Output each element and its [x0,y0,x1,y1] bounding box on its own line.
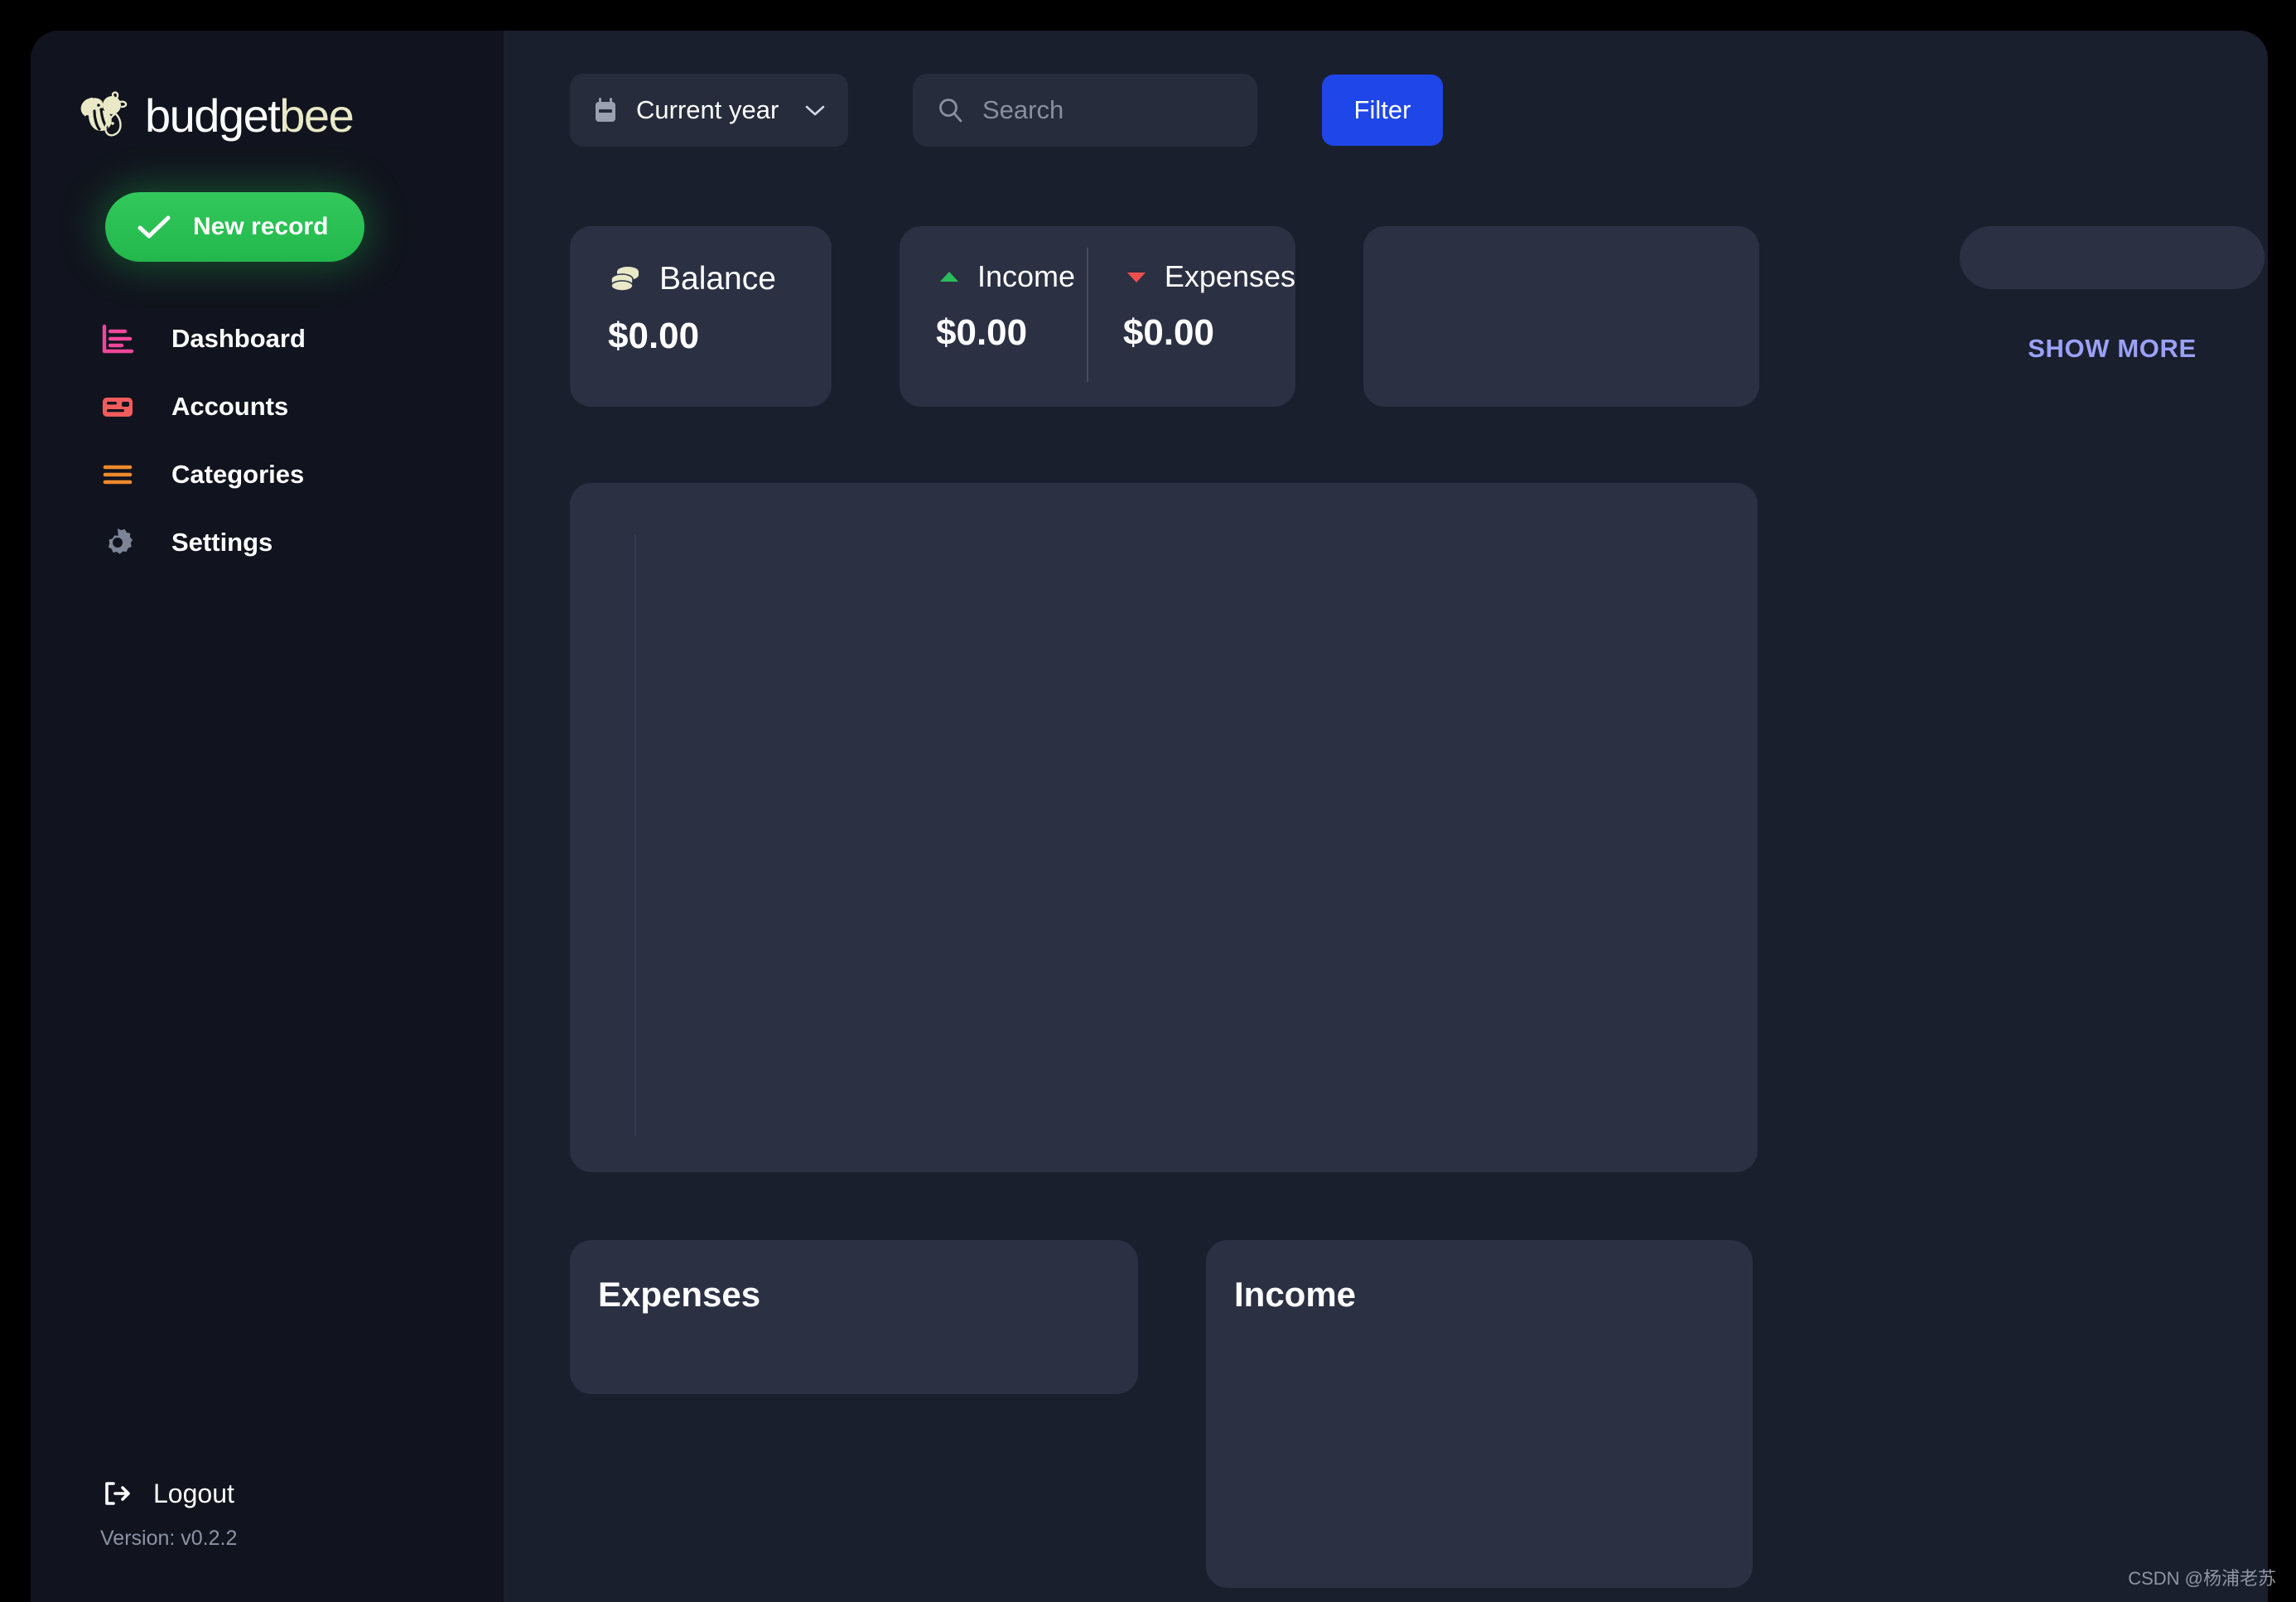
period-value: Current year [636,95,779,124]
empty-stat-card [1363,226,1759,407]
sidebar-item-settings[interactable]: Settings [31,509,504,577]
bee-icon [74,90,133,142]
app-window: budgetbee New record Dashboard Accounts … [31,31,2268,1602]
show-more-column: SHOW MORE [1960,226,2265,364]
filter-button[interactable]: Filter [1322,75,1443,146]
skeleton-pill [1960,226,2265,289]
balance-card: Balance $0.00 [570,226,832,407]
watermark: CSDN @杨浦老苏 [2128,1568,2276,1589]
check-icon [137,215,171,239]
coins-icon [608,262,643,297]
new-record-label: New record [193,213,329,240]
search-icon [936,96,964,124]
income-title: Income [977,259,1076,293]
balance-title: Balance [659,261,776,297]
new-record-container: New record [31,142,504,262]
sidebar-item-dashboard[interactable]: Dashboard [31,305,504,373]
income-section-title: Income [1234,1275,1357,1314]
sidebar-item-label: Dashboard [171,324,306,353]
sidebar-nav: Dashboard Accounts Categories Settings [31,305,504,577]
expenses-section-card: Expenses [570,1240,1138,1394]
gear-icon [100,525,135,560]
sidebar: budgetbee New record Dashboard Accounts … [31,31,504,1602]
search-input[interactable] [982,95,1313,125]
credit-card-icon [100,389,135,424]
sidebar-item-accounts[interactable]: Accounts [31,373,504,441]
show-more-button[interactable]: SHOW MORE [2028,334,2196,364]
sidebar-item-label: Categories [171,460,305,489]
income-section-card: Income [1206,1240,1753,1588]
main-content: Current year Filter [504,31,2268,1602]
sidebar-item-categories[interactable]: Categories [31,441,504,509]
version-label: Version: v0.2.2 [100,1527,238,1550]
chevron-down-icon [803,102,827,118]
calendar-icon [591,96,620,124]
logout-icon [100,1477,133,1510]
search-box[interactable] [913,74,1313,147]
balance-header: Balance [608,261,832,297]
chart-y-axis [634,534,636,1136]
bottom-sections: Expenses Income [570,1240,2268,1588]
sidebar-footer: Logout Version: v0.2.2 [31,1477,504,1602]
period-select[interactable]: Current year [570,74,848,147]
expenses-column: Expenses $0.00 [1086,226,1295,407]
logo-word-bee: bee [279,89,354,142]
app-logo-text: budgetbee [145,89,355,142]
triangle-down-icon [1123,267,1150,287]
app-logo: budgetbee [31,31,504,142]
balance-amount: $0.00 [608,316,700,356]
new-record-button[interactable]: New record [105,192,365,262]
logout-label: Logout [153,1478,234,1508]
sidebar-item-label: Accounts [171,392,289,421]
triangle-up-icon [936,267,962,287]
expenses-title: Expenses [1164,259,1295,293]
expenses-section-title: Expenses [598,1275,761,1314]
income-amount: $0.00 [936,312,1028,353]
income-header: Income [936,259,1087,294]
expenses-header: Expenses [1123,259,1295,294]
income-column: Income $0.00 [900,226,1087,407]
stats-row: Balance $0.00 Income $0.00 Expenses $0.0… [570,226,2268,407]
sidebar-item-label: Settings [171,528,273,557]
expenses-amount: $0.00 [1122,312,1214,353]
bar-chart-icon [100,321,135,356]
list-lines-icon [100,457,135,492]
toolbar: Current year Filter [570,74,2268,147]
logout-button[interactable]: Logout [100,1477,504,1510]
income-expenses-card: Income $0.00 Expenses $0.00 [900,226,1295,407]
logo-word-budget: budget [145,89,281,142]
main-chart-card [570,483,1758,1172]
